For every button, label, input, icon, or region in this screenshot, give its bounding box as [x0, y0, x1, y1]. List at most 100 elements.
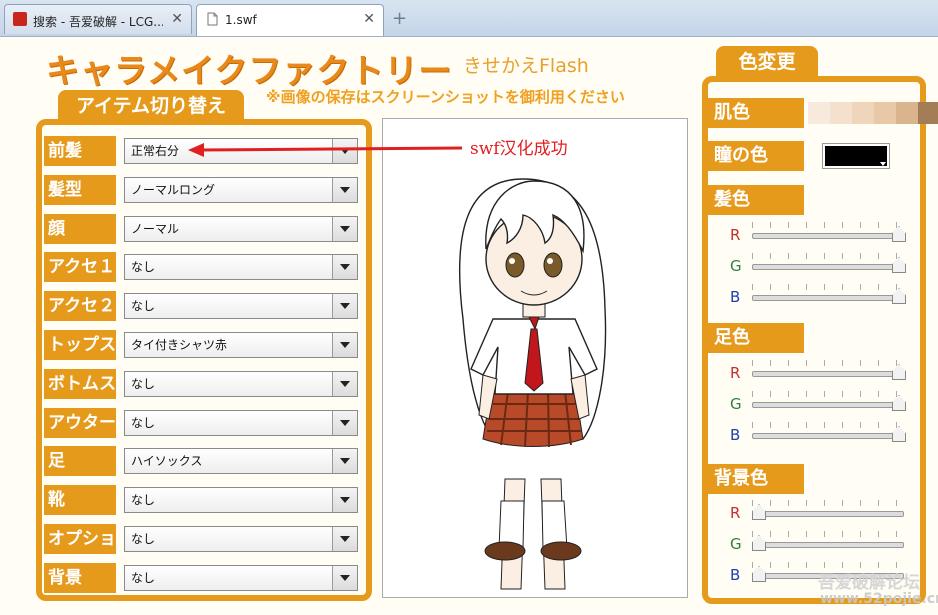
- item-select-value: なし: [131, 260, 156, 275]
- close-tab-icon[interactable]: ✕: [171, 11, 183, 27]
- item-label: 前髪: [44, 136, 116, 166]
- slider-track[interactable]: [752, 402, 904, 408]
- skin-swatch[interactable]: [830, 102, 852, 124]
- slider-thumb[interactable]: [892, 426, 906, 442]
- item-label: トップス: [44, 330, 116, 360]
- annotation-text: swf汉化成功: [470, 139, 568, 159]
- skin-swatch[interactable]: [808, 102, 830, 124]
- slider-thumb[interactable]: [892, 288, 906, 304]
- page-icon: [205, 12, 219, 26]
- slider-thumb[interactable]: [752, 504, 766, 520]
- item-select[interactable]: なし: [124, 370, 358, 397]
- site-favicon-icon: [13, 12, 27, 26]
- eye-color-value: [825, 146, 887, 166]
- item-select-value: タイ付きシャツ赤: [131, 338, 228, 352]
- dropdown-arrow-icon: [880, 162, 886, 166]
- screenshot-notice: ※画像の保存はスクリーンショットを御利用ください: [266, 88, 625, 106]
- slider-thumb[interactable]: [892, 226, 906, 242]
- items-panel-header: アイテム切り替え: [58, 90, 244, 122]
- item-label: アウター: [44, 407, 116, 438]
- character-preview: [382, 118, 688, 598]
- item-label: アクセ１: [44, 252, 116, 283]
- item-label: 靴: [44, 485, 116, 516]
- item-label: ボトムス: [44, 368, 116, 399]
- slider-thumb[interactable]: [892, 395, 906, 411]
- item-select[interactable]: タイ付きシャツ赤: [124, 332, 358, 358]
- item-select-value: ハイソックス: [131, 454, 203, 469]
- dropdown-arrow-icon[interactable]: [332, 410, 357, 435]
- dropdown-arrow-icon[interactable]: [332, 565, 357, 590]
- slider-track[interactable]: [752, 511, 904, 517]
- item-select[interactable]: なし: [124, 409, 358, 436]
- leg-b-slider[interactable]: [752, 422, 906, 442]
- slider-thumb[interactable]: [752, 535, 766, 551]
- character-illustration: [458, 178, 607, 590]
- eye-color-label: 瞳の色: [708, 141, 804, 171]
- skin-color-label: 肌色: [708, 98, 804, 128]
- item-select[interactable]: なし: [124, 293, 358, 320]
- slider-thumb[interactable]: [752, 566, 766, 582]
- tab-search[interactable]: 搜索 - 吾爱破解 - LCG... ✕: [4, 4, 192, 34]
- app-subtitle: きせかえFlash: [463, 55, 589, 77]
- item-select[interactable]: なし: [124, 487, 358, 514]
- slider-track[interactable]: [752, 433, 904, 439]
- leg-g-slider[interactable]: [752, 391, 906, 411]
- slider-track[interactable]: [752, 264, 904, 270]
- slider-thumb[interactable]: [892, 364, 906, 380]
- dropdown-arrow-icon[interactable]: [332, 527, 357, 551]
- dropdown-arrow-icon[interactable]: [332, 177, 357, 202]
- dropdown-arrow-icon[interactable]: [332, 255, 357, 280]
- dropdown-arrow-icon[interactable]: [332, 294, 357, 319]
- item-select-value: なし: [131, 299, 156, 314]
- annotation-arrow-icon: [188, 143, 463, 157]
- leg-color-label: 足色: [708, 323, 804, 353]
- bg-g-slider[interactable]: [752, 531, 904, 551]
- leg-r-label: R: [730, 364, 741, 382]
- skin-swatch[interactable]: [874, 102, 896, 124]
- watermark-url: www.52pojie.cn: [820, 591, 938, 607]
- dropdown-arrow-icon[interactable]: [332, 371, 357, 396]
- hair-g-slider[interactable]: [752, 253, 906, 273]
- skin-swatch[interactable]: [918, 102, 938, 124]
- item-select-value: なし: [131, 376, 156, 391]
- leg-r-slider[interactable]: [752, 360, 906, 380]
- dropdown-arrow-icon[interactable]: [332, 449, 357, 474]
- hair-r-label: R: [730, 226, 741, 244]
- tab-label: 1.swf: [225, 13, 257, 27]
- skin-swatch[interactable]: [852, 102, 874, 124]
- item-select[interactable]: なし: [124, 526, 358, 552]
- hair-r-slider[interactable]: [752, 222, 906, 242]
- item-select-value: なし: [131, 532, 156, 546]
- item-select[interactable]: なし: [124, 564, 358, 591]
- item-select[interactable]: なし: [124, 254, 358, 281]
- item-select-value: ノーマル: [131, 221, 180, 236]
- dropdown-arrow-icon[interactable]: [332, 488, 357, 513]
- slider-track[interactable]: [752, 233, 904, 239]
- leg-b-label: B: [730, 426, 741, 444]
- hair-b-slider[interactable]: [752, 284, 906, 304]
- slider-ticks: [752, 531, 904, 537]
- slider-thumb[interactable]: [892, 257, 906, 273]
- slider-track[interactable]: [752, 371, 904, 377]
- new-tab-button[interactable]: +: [392, 8, 407, 29]
- bg-color-label: 背景色: [708, 464, 804, 494]
- hair-g-label: G: [730, 257, 742, 275]
- item-label: 髪型: [44, 174, 116, 205]
- dropdown-arrow-icon[interactable]: [332, 333, 357, 357]
- slider-track[interactable]: [752, 295, 904, 301]
- slider-track[interactable]: [752, 542, 904, 548]
- bg-r-slider[interactable]: [752, 500, 904, 520]
- item-label: 背景: [44, 562, 116, 593]
- dropdown-arrow-icon[interactable]: [332, 216, 357, 241]
- skin-swatch[interactable]: [896, 102, 918, 124]
- close-tab-icon[interactable]: ✕: [363, 11, 375, 27]
- item-label: 足: [44, 446, 116, 477]
- item-label: 顔: [44, 213, 116, 244]
- item-select[interactable]: ノーマルロング: [124, 176, 358, 203]
- item-select[interactable]: ノーマル: [124, 215, 358, 242]
- tab-swf[interactable]: 1.swf ✕: [196, 4, 384, 36]
- eye-color-picker[interactable]: [822, 143, 890, 169]
- app-title: キャラメイクファクトリー: [46, 51, 453, 90]
- hair-b-label: B: [730, 288, 741, 306]
- item-select[interactable]: ハイソックス: [124, 448, 358, 475]
